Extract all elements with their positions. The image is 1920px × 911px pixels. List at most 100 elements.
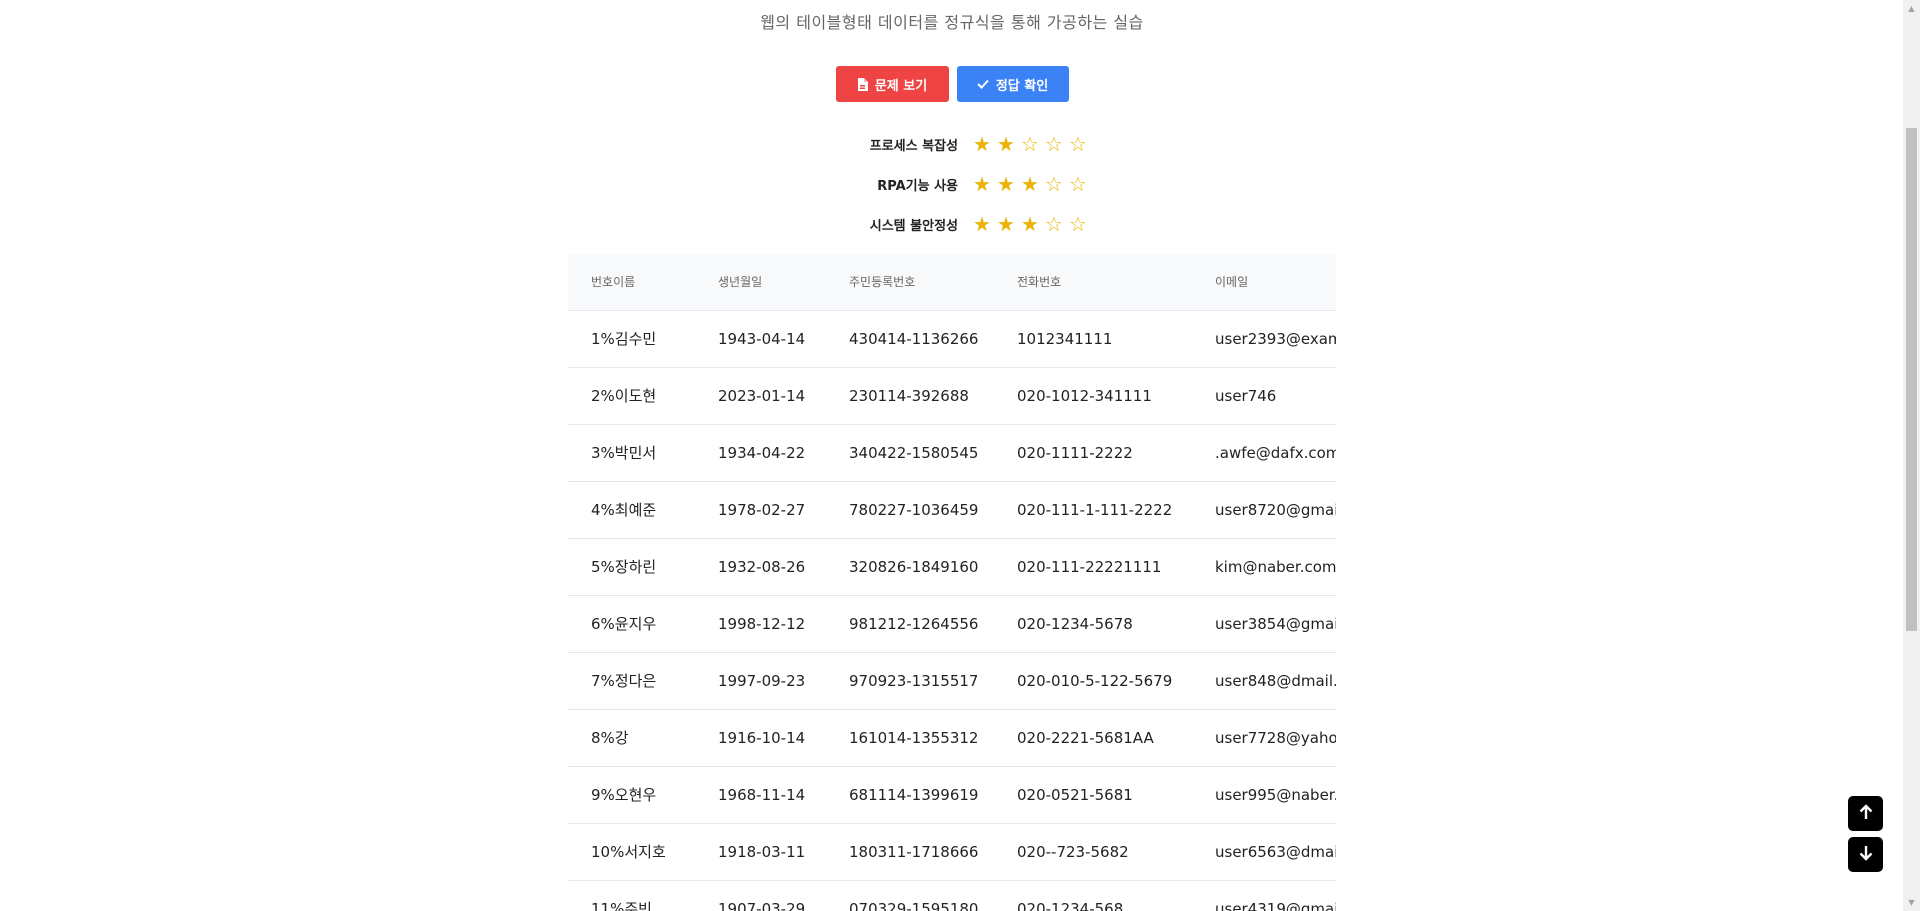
cell-resident-number: 340422-1580545 [849,443,979,462]
star-filled-icon: ★ [997,132,1015,156]
page: 웹의 테이블형태 데이터를 정규식을 통해 가공하는 실습 문제 보기 정답 확… [0,0,1920,911]
table-row: 2%이도현 2023-01-14 230114-392688 020-1012-341… [568,367,1336,424]
cell-phone: 020-1111-2222 [1017,443,1133,462]
star-filled-icon: ★ [1021,172,1039,196]
cell-email: user746 [1215,386,1277,405]
rating-label: 프로세스 복잡성 [869,138,958,154]
star-rating: ★ ★ ☆ ☆ ☆ [972,134,1092,154]
cell-email: user3854@gmail.com [1215,614,1336,633]
rating-process-complexity: 프로세스 복잡성 ★ ★ ☆ ☆ ☆ [0,124,1904,164]
cell-birthdate: 1907-03-29 [718,899,806,911]
cell-resident-number: 430414-1136266 [849,329,979,348]
data-table-container: 번호이름 생년월일 주민등록번호 전화번호 이메일 1%김수민 1943-04-1… [568,254,1336,911]
table-row: 7%정다은 1997-09-23 970923-1315517 020-010-5-1… [568,652,1336,709]
cell-resident-number: 230114-392688 [849,386,969,405]
cell-resident-number: 070329-1595180 [849,899,979,911]
rating-system-instability: 시스템 불안정성 ★ ★ ★ ☆ ☆ [0,204,1904,244]
cell-birthdate: 1943-04-14 [718,329,806,348]
table-row: 1%김수민 1943-04-14 430414-1136266 1012341111 u… [568,310,1336,367]
cell-resident-number: 970923-1315517 [849,671,979,690]
cell-resident-number: 681114-1399619 [849,785,979,804]
difficulty-ratings: 프로세스 복잡성 ★ ★ ☆ ☆ ☆ RPA기능 사용 ★ ★ ★ ☆ ☆ 시스템 불안정성 ★… [0,124,1904,244]
cell-number-name: 6%윤지우 [591,615,657,633]
check-icon [977,79,989,89]
action-buttons: 문제 보기 정답 확인 [0,66,1904,102]
header-number-name: 번호이름 [568,254,695,311]
check-answer-label: 정답 확인 [995,78,1049,94]
data-table: 번호이름 생년월일 주민등록번호 전화번호 이메일 1%김수민 1943-04-1… [568,254,1336,911]
star-empty-icon: ☆ [1045,132,1063,156]
table-row: 9%오현우 1968-11-14 681114-1399619 020-0521-56… [568,766,1336,823]
cell-phone: 020-111-22221111 [1017,557,1162,576]
cell-number-name: 1%김수민 [591,330,657,348]
cell-birthdate: 1932-08-26 [718,557,806,576]
cell-birthdate: 2023-01-14 [718,386,806,405]
scroll-down-arrow-icon[interactable]: ▼ [1903,894,1920,911]
cell-phone: 020-010-5-122-5679 [1017,671,1173,690]
page-scrollbar[interactable]: ▲ ▼ [1903,0,1920,911]
star-empty-icon: ☆ [1045,172,1063,196]
scroll-to-top-button[interactable] [1848,796,1883,831]
scroll-to-bottom-button[interactable] [1848,837,1883,872]
pdf-icon [857,77,868,91]
cell-email: user4319@gmail.com [1215,899,1336,911]
cell-number-name: 7%정다은 [591,672,657,690]
cell-birthdate: 1978-02-27 [718,500,806,519]
cell-resident-number: 981212-1264556 [849,614,979,633]
cell-phone: 020-111-1-111-2222 [1017,500,1173,519]
star-empty-icon: ☆ [1021,132,1039,156]
header-birthdate: 생년월일 [695,254,826,311]
star-filled-icon: ★ [997,172,1015,196]
cell-number-name: 4%최예준 [591,501,657,519]
cell-phone: 020-1234-568 [1017,899,1124,911]
cell-resident-number: 161014-1355312 [849,728,979,747]
check-answer-button[interactable]: 정답 확인 [956,66,1069,102]
cell-email: user7728@yahoo.com [1215,728,1336,747]
rating-label: 시스템 불안정성 [869,218,958,234]
table-row: 4%최예준 1978-02-27 780227-1036459 020-111-1-1… [568,481,1336,538]
cell-number-name: 5%장하린 [591,558,657,576]
cell-birthdate: 1968-11-14 [718,785,806,804]
cell-email: user6563@dmail.net [1215,842,1336,861]
star-rating: ★ ★ ★ ☆ ☆ [972,174,1092,194]
star-filled-icon: ★ [973,132,991,156]
page-subtitle: 웹의 테이블형태 데이터를 정규식을 통해 가공하는 실습 [760,13,1144,32]
table-row: 11%주빈 1907-03-29 070329-1595180 020-1234-56… [568,880,1336,911]
star-filled-icon: ★ [973,172,991,196]
table-body: 1%김수민 1943-04-14 430414-1136266 1012341111 u… [568,310,1336,911]
cell-resident-number: 780227-1036459 [849,500,979,519]
star-filled-icon: ★ [1021,212,1039,236]
cell-number-name: 10%서지호 [591,843,666,861]
star-filled-icon: ★ [973,212,991,236]
rating-rpa-usage: RPA기능 사용 ★ ★ ★ ☆ ☆ [0,164,1904,204]
cell-birthdate: 1918-03-11 [718,842,806,861]
header-email: 이메일 [1192,254,1336,311]
table-row: 6%윤지우 1998-12-12 981212-1264556 020-1234-56… [568,595,1336,652]
scroll-thumb[interactable] [1906,128,1917,631]
rating-label: RPA기능 사용 [877,178,958,194]
scroll-up-arrow-icon[interactable]: ▲ [1903,0,1920,17]
cell-email: .awfe@dafx.com [1215,443,1336,462]
cell-birthdate: 1998-12-12 [718,614,806,633]
cell-number-name: 9%오현우 [591,786,657,804]
view-problem-button[interactable]: 문제 보기 [835,66,949,102]
cell-phone: 020-2221-5681AA [1017,728,1154,747]
star-empty-icon: ☆ [1069,172,1087,196]
table-header-row: 번호이름 생년월일 주민등록번호 전화번호 이메일 [568,254,1336,311]
cell-resident-number: 180311-1718666 [849,842,979,861]
cell-number-name: 8%강 [591,729,629,747]
cell-phone: 020-1234-5678 [1017,614,1133,633]
arrow-up-icon [1859,803,1873,824]
cell-email: user2393@example.com [1215,329,1336,348]
star-filled-icon: ★ [997,212,1015,236]
arrow-down-icon [1859,845,1873,865]
table-row: 3%박민서 1934-04-22 340422-1580545 020-1111-22… [568,424,1336,481]
cell-resident-number: 320826-1849160 [849,557,979,576]
table-row: 8%강 1916-10-14 161014-1355312 020-2221-5681… [568,709,1336,766]
cell-email: user848@dmail.net [1215,671,1336,690]
cell-birthdate: 1997-09-23 [718,671,806,690]
cell-email: user995@naber.com [1215,785,1336,804]
cell-birthdate: 1934-04-22 [718,443,806,462]
star-empty-icon: ☆ [1045,212,1063,236]
star-rating: ★ ★ ★ ☆ ☆ [972,214,1092,234]
